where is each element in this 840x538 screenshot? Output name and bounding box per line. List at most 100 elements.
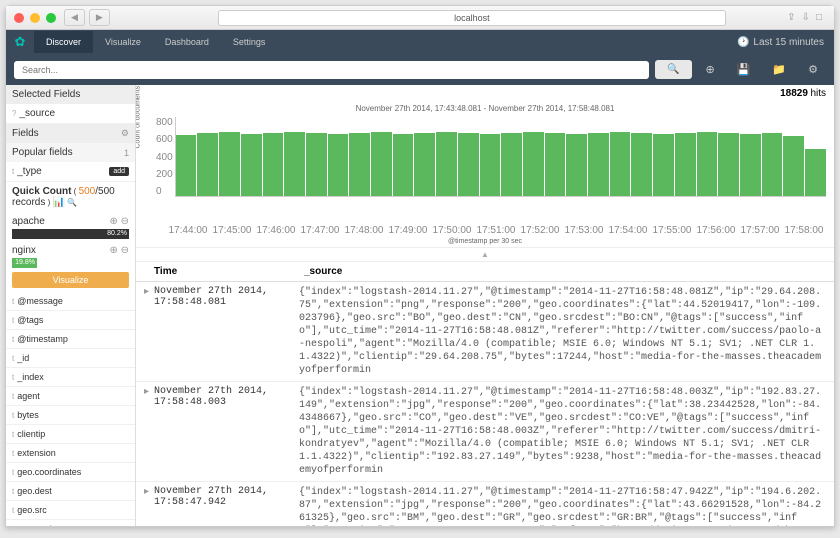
bar[interactable]: [414, 133, 435, 196]
popular-fields-header: Popular fields1: [6, 143, 135, 162]
expand-icon[interactable]: ▸: [144, 486, 154, 526]
field--index[interactable]: t_index: [6, 368, 135, 387]
bar[interactable]: [197, 133, 218, 196]
share-icon[interactable]: ⇪: [787, 12, 795, 23]
bar[interactable]: [480, 134, 501, 196]
bar[interactable]: [697, 132, 718, 196]
chart-icon: 📊: [52, 197, 64, 208]
bar[interactable]: [566, 134, 587, 196]
col-time[interactable]: Time: [154, 266, 304, 277]
tab-visualize[interactable]: Visualize: [93, 31, 153, 53]
collapse-toggle[interactable]: ▲: [136, 247, 834, 262]
bar[interactable]: [653, 134, 674, 196]
minimize-window-icon[interactable]: [30, 13, 40, 23]
col-source[interactable]: _source: [304, 266, 342, 277]
bar[interactable]: [176, 135, 197, 196]
tab-discover[interactable]: Discover: [34, 31, 93, 53]
time-range-label: November 27th 2014, 17:43:48.081 - Novem…: [136, 102, 834, 115]
bar[interactable]: [588, 133, 609, 196]
search-bar: 🔍 ⊕ 💾 📁 ⚙: [6, 54, 834, 85]
tab-dashboard[interactable]: Dashboard: [153, 31, 221, 53]
field-geo-dest[interactable]: tgeo.dest: [6, 482, 135, 501]
field-extension[interactable]: textension: [6, 444, 135, 463]
bar[interactable]: [501, 133, 522, 196]
app-header: ✿ DiscoverVisualizeDashboardSettings 🕑 L…: [6, 30, 834, 54]
expand-icon[interactable]: ▸: [144, 286, 154, 377]
bar[interactable]: [805, 149, 826, 196]
back-button[interactable]: ◀: [64, 9, 85, 26]
field-geo-srcdest[interactable]: tgeo.srcdest: [6, 520, 135, 526]
results-table: Time_source ▸November 27th 2014, 17:58:4…: [136, 262, 834, 526]
maximize-window-icon[interactable]: [46, 13, 56, 23]
add-button[interactable]: add: [109, 167, 129, 176]
table-row[interactable]: ▸November 27th 2014, 17:58:47.942{"index…: [136, 482, 834, 526]
bar[interactable]: [393, 134, 414, 196]
new-icon[interactable]: ⊕: [698, 59, 723, 80]
bar[interactable]: [436, 132, 457, 196]
bar[interactable]: [458, 133, 479, 196]
bar[interactable]: [328, 134, 349, 196]
tabs-icon[interactable]: □: [816, 12, 822, 23]
bar[interactable]: [241, 134, 262, 196]
field-agent[interactable]: tagent: [6, 387, 135, 406]
expand-icon[interactable]: ▸: [144, 386, 154, 477]
bar[interactable]: [610, 132, 631, 196]
selected-fields-header: Selected Fields: [6, 85, 135, 104]
close-window-icon[interactable]: [14, 13, 24, 23]
fields-header[interactable]: Fields⚙: [6, 124, 135, 143]
download-icon[interactable]: ⇩: [802, 12, 810, 23]
nav-tabs: DiscoverVisualizeDashboardSettings: [34, 31, 277, 53]
bar[interactable]: [740, 134, 761, 196]
save-icon[interactable]: 💾: [729, 59, 759, 80]
main-content: 18829 hits November 27th 2014, 17:43:48.…: [136, 85, 834, 526]
bar[interactable]: [284, 132, 305, 196]
search-input[interactable]: [14, 61, 649, 79]
bar[interactable]: [263, 133, 284, 196]
forward-button[interactable]: ▶: [89, 9, 110, 26]
server-apache[interactable]: apache⊕ ⊖: [6, 212, 135, 227]
field-geo-src[interactable]: tgeo.src: [6, 501, 135, 520]
tab-settings[interactable]: Settings: [221, 31, 278, 53]
bar[interactable]: [545, 133, 566, 196]
bar[interactable]: [523, 132, 544, 196]
field--id[interactable]: t_id: [6, 349, 135, 368]
histogram-chart[interactable]: Count of documents 8006004002000: [136, 115, 834, 225]
bar[interactable]: [631, 133, 652, 196]
table-row[interactable]: ▸November 27th 2014, 17:58:48.081{"index…: [136, 282, 834, 382]
server-nginx[interactable]: nginx⊕ ⊖: [6, 241, 135, 256]
sidebar: Selected Fields ?_source Fields⚙ Popular…: [6, 85, 136, 526]
app-content: ✿ DiscoverVisualizeDashboardSettings 🕑 L…: [6, 30, 834, 526]
browser-window: ◀ ▶ localhost ⇪ ⇩ □ ✿ DiscoverVisualizeD…: [5, 5, 835, 527]
field-type[interactable]: t_typeadd: [6, 162, 135, 182]
apache-bar: 80.2%: [12, 229, 129, 239]
bar[interactable]: [675, 133, 696, 196]
open-icon[interactable]: 📁: [764, 59, 794, 80]
time-picker[interactable]: 🕑 Last 15 minutes: [727, 37, 834, 48]
field-source[interactable]: ?_source: [6, 104, 135, 124]
bar[interactable]: [349, 133, 370, 196]
search-button[interactable]: 🔍: [655, 60, 691, 79]
kibana-logo-icon[interactable]: ✿: [6, 34, 34, 50]
settings-icon[interactable]: ⚙: [800, 59, 826, 80]
visualize-button[interactable]: Visualize: [12, 272, 129, 288]
field--tags[interactable]: t@tags: [6, 311, 135, 330]
bar[interactable]: [306, 133, 327, 196]
bar[interactable]: [718, 133, 739, 196]
gear-icon: ⚙: [121, 128, 129, 139]
field--message[interactable]: t@message: [6, 292, 135, 311]
bar[interactable]: [219, 132, 240, 196]
bar[interactable]: [371, 132, 392, 196]
quick-count: Quick Count ( 500/500 records ) 📊 🔍: [6, 182, 135, 212]
field-clientip[interactable]: tclientip: [6, 425, 135, 444]
x-axis-ticks: 17:44:0017:45:0017:46:0017:47:0017:48:00…: [136, 225, 834, 236]
time-label: Last 15 minutes: [753, 37, 824, 48]
field--timestamp[interactable]: t@timestamp: [6, 330, 135, 349]
titlebar: ◀ ▶ localhost ⇪ ⇩ □: [6, 6, 834, 30]
url-bar[interactable]: localhost: [218, 10, 726, 26]
x-axis-label: @timestamp per 30 sec: [136, 236, 834, 247]
bar[interactable]: [783, 136, 804, 196]
field-bytes[interactable]: tbytes: [6, 406, 135, 425]
field-geo-coordinates[interactable]: tgeo.coordinates: [6, 463, 135, 482]
table-row[interactable]: ▸November 27th 2014, 17:58:48.003{"index…: [136, 382, 834, 482]
bar[interactable]: [762, 133, 783, 196]
